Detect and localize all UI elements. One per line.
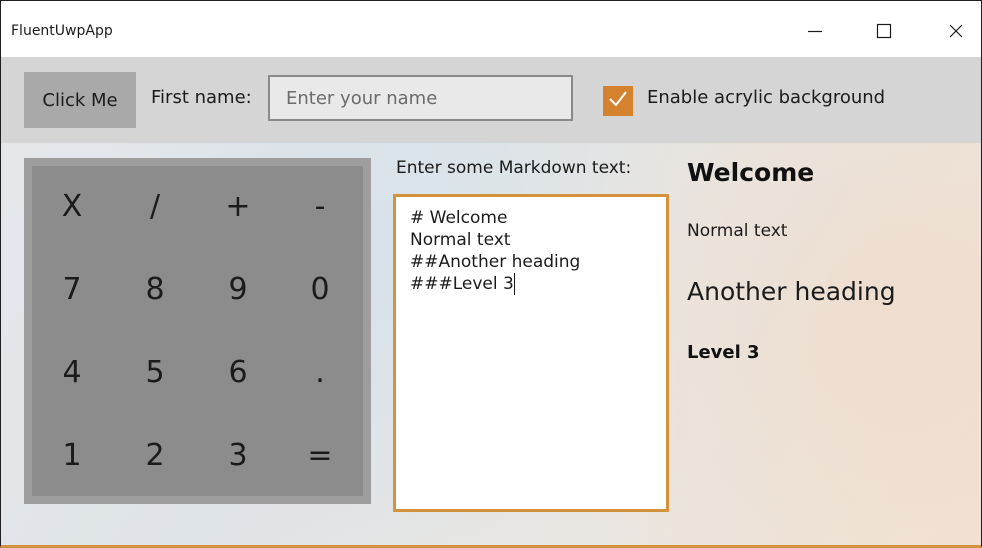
- calculator-keypad: X / + - 7 8 9 0 4 5 6 . 1 2 3 =: [24, 158, 371, 504]
- calc-key-minus[interactable]: -: [280, 166, 360, 246]
- markdown-line: ##Another heading: [410, 252, 581, 272]
- calc-key-3[interactable]: 3: [198, 415, 278, 495]
- maximize-button[interactable]: [861, 9, 907, 57]
- calc-key-decimal[interactable]: .: [280, 332, 360, 412]
- close-icon: [948, 23, 964, 43]
- calc-key-7[interactable]: 7: [32, 249, 112, 329]
- calc-key-0[interactable]: 0: [280, 249, 360, 329]
- calc-key-5[interactable]: 5: [115, 332, 195, 412]
- calc-key-divide[interactable]: /: [115, 166, 195, 246]
- first-name-label: First name:: [151, 87, 252, 108]
- calc-key-2[interactable]: 2: [115, 415, 195, 495]
- text-caret: [513, 273, 515, 295]
- preview-heading-1: Welcome: [687, 158, 815, 187]
- preview-paragraph: Normal text: [687, 221, 788, 241]
- markdown-last-line: ###Level 3: [410, 273, 652, 295]
- minimize-icon: [807, 23, 823, 43]
- click-me-button[interactable]: Click Me: [24, 72, 136, 128]
- window-title: FluentUwpApp: [11, 23, 113, 39]
- toolbar: Click Me First name: Enable acrylic back…: [1, 57, 981, 143]
- preview-heading-2: Another heading: [687, 277, 896, 306]
- close-button[interactable]: [933, 9, 979, 57]
- checkmark-icon: [607, 88, 629, 114]
- markdown-textbox[interactable]: # Welcome Normal text ##Another heading …: [393, 194, 669, 512]
- markdown-line: # Welcome: [410, 208, 508, 228]
- title-bar[interactable]: FluentUwpApp: [1, 1, 981, 57]
- first-name-input[interactable]: [268, 75, 573, 121]
- calc-key-9[interactable]: 9: [198, 249, 278, 329]
- calc-key-4[interactable]: 4: [32, 332, 112, 412]
- content-area: X / + - 7 8 9 0 4 5 6 . 1 2 3 = Enter so…: [1, 143, 981, 545]
- calc-key-multiply[interactable]: X: [32, 166, 112, 246]
- acrylic-checkbox[interactable]: [603, 86, 633, 116]
- minimize-button[interactable]: [792, 9, 838, 57]
- markdown-label: Enter some Markdown text:: [396, 158, 632, 178]
- preview-heading-3: Level 3: [687, 342, 760, 363]
- markdown-line: ###Level 3: [410, 274, 514, 294]
- calc-key-1[interactable]: 1: [32, 415, 112, 495]
- markdown-line: Normal text: [410, 230, 511, 250]
- calc-key-equals[interactable]: =: [280, 415, 360, 495]
- app-window: FluentUwpApp Click Me First name: Enable…: [0, 0, 982, 548]
- acrylic-checkbox-label[interactable]: Enable acrylic background: [647, 87, 885, 108]
- calc-key-8[interactable]: 8: [115, 249, 195, 329]
- calc-key-6[interactable]: 6: [198, 332, 278, 412]
- maximize-icon: [876, 23, 892, 43]
- calc-key-plus[interactable]: +: [198, 166, 278, 246]
